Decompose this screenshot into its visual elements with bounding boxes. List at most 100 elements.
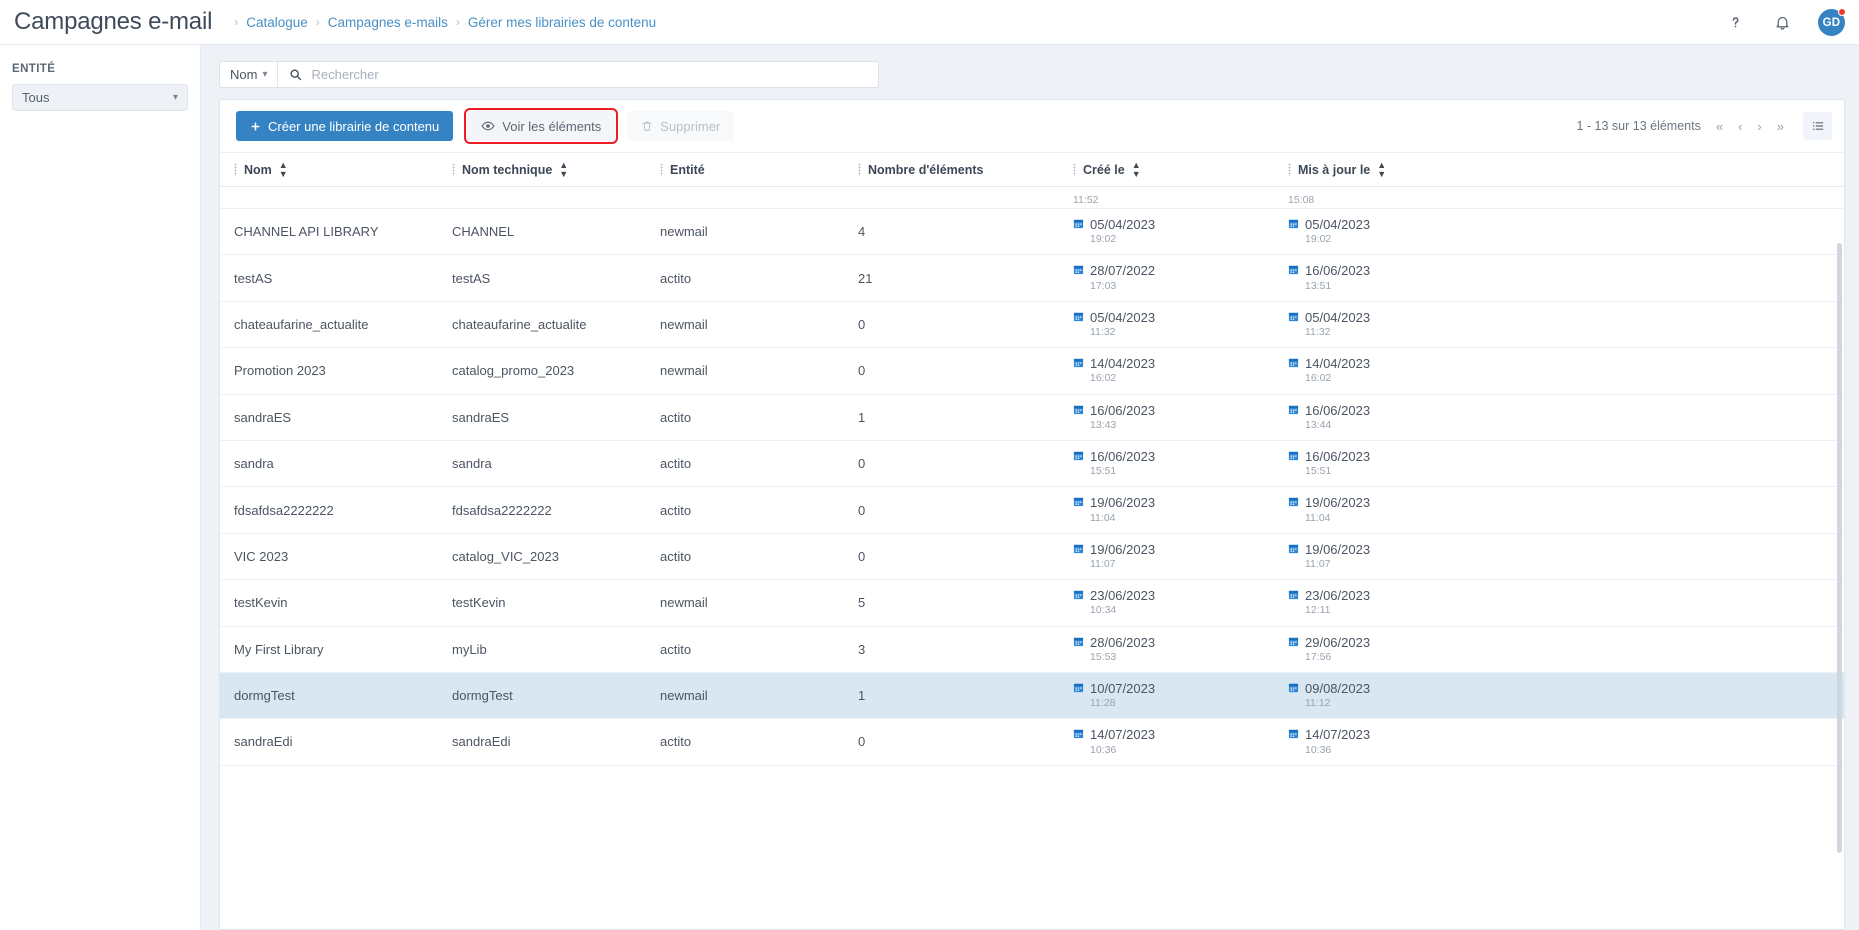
cell-entite: newmail	[660, 595, 708, 611]
table-row[interactable]: VIC 2023 catalog_VIC_2023 actito 0 19/06/202…	[220, 534, 1844, 581]
cell-mis-a-jour-le: 15:08	[1288, 194, 1315, 206]
cell-nombre: 0	[858, 734, 866, 750]
cell-nombre: 0	[858, 456, 866, 472]
sort-icon[interactable]: ▲ ▼	[1377, 160, 1386, 179]
calendar-icon	[1288, 495, 1299, 507]
cell-entite: actito	[660, 456, 692, 472]
column-header-nom[interactable]: Nom ▲ ▼	[226, 160, 444, 179]
column-header-entite[interactable]: Entité	[652, 163, 850, 177]
cell-entite: actito	[660, 734, 692, 750]
table-row[interactable]: sandra sandra actito 0 16/06/2023 15:51 16/06/…	[220, 441, 1844, 488]
pagination-last-button[interactable]: »	[1777, 119, 1784, 134]
pagination-prev-button[interactable]: ‹	[1738, 119, 1742, 134]
table-row[interactable]: Promotion 2023 catalog_promo_2023 newmail 0…	[220, 348, 1844, 395]
breadcrumb: › Catalogue › Campagnes e-mails › Gérer …	[234, 15, 656, 30]
cell-nom-technique: testKevin	[452, 595, 506, 611]
pagination-first-button[interactable]: «	[1716, 119, 1723, 134]
table-row[interactable]: dormgTest dormgTest newmail 1 10/07/2023 11:2…	[220, 672, 1844, 720]
question-mark-icon[interactable]	[1724, 12, 1746, 34]
cell-nom-technique: catalog_promo_2023	[452, 363, 575, 379]
cell-nom: sandraES	[234, 409, 292, 425]
cell-mis-a-jour-le: 19/06/2023 11:07	[1280, 542, 1844, 571]
create-button-label: Créer une librairie de contenu	[268, 118, 440, 134]
sort-icon[interactable]: ▲ ▼	[559, 160, 568, 179]
chevron-down-icon: ▾	[172, 92, 178, 103]
delete-button[interactable]: Supprimer	[627, 111, 735, 141]
table-row[interactable]: chateaufarine_actualite chateaufarine_act…	[220, 302, 1844, 349]
sort-icon[interactable]: ▲ ▼	[1132, 160, 1141, 179]
search-field-label: Nom	[230, 67, 258, 82]
column-grip-icon[interactable]	[660, 163, 663, 176]
column-grip-icon[interactable]	[234, 163, 237, 176]
cell-mis-a-jour-le: 14/07/2023 10:36	[1280, 727, 1844, 756]
notification-bell-icon[interactable]	[1771, 12, 1793, 34]
calendar-icon	[1288, 635, 1299, 647]
column-grip-icon[interactable]	[452, 163, 455, 176]
table-row-partial[interactable]: 11:52 15:08	[220, 187, 1844, 209]
column-header-nombre-elements[interactable]: Nombre d'éléments	[850, 163, 1065, 177]
cell-mis-a-jour-le: 16/06/2023 13:51	[1280, 263, 1844, 292]
table-row[interactable]: testAS testAS actito 21 28/07/2022 17:03 16/06…	[220, 255, 1844, 302]
calendar-icon	[1073, 263, 1084, 275]
cell-nombre: 0	[858, 363, 866, 379]
cell-cree-le: 10/07/2023 11:28	[1065, 681, 1280, 710]
table-header-row: Nom ▲ ▼ Nom technique ▲ ▼ Entité Nombre d'…	[220, 152, 1844, 187]
table-scrollbar-thumb[interactable]	[1837, 242, 1842, 854]
delete-button-label: Supprimer	[660, 118, 721, 134]
create-content-library-button[interactable]: Créer une librairie de contenu	[236, 111, 454, 141]
cell-nom: Promotion 2023	[234, 363, 326, 379]
table-scrollbar[interactable]	[1837, 201, 1842, 895]
breadcrumb-item-catalogue[interactable]: Catalogue	[246, 15, 308, 30]
table-row[interactable]: CHANNEL API LIBRARY CHANNEL newmail 4 05/04/…	[220, 209, 1844, 256]
cell-mis-a-jour-le: 05/04/2023 19:02	[1280, 217, 1844, 246]
cell-entite: actito	[660, 409, 692, 425]
column-header-mis-a-jour-le[interactable]: Mis à jour le ▲ ▼	[1280, 160, 1844, 179]
pagination-arrows: « ‹ › »	[1716, 119, 1784, 134]
cell-nombre: 5	[858, 595, 866, 611]
cell-nom-technique: CHANNEL	[452, 224, 515, 240]
cell-nom: dormgTest	[234, 688, 295, 704]
breadcrumb-item-current[interactable]: Gérer mes librairies de contenu	[468, 15, 656, 30]
table-row[interactable]: My First Library myLib actito 3 28/06/2023 15…	[220, 627, 1844, 673]
search-field-select[interactable]: Nom ▾	[220, 62, 279, 87]
cell-nom: fdsafdsa2222222	[234, 502, 334, 518]
cell-nom: My First Library	[234, 641, 324, 657]
libraries-panel: Créer une librairie de contenu Voir les …	[219, 99, 1845, 930]
calendar-icon	[1288, 263, 1299, 275]
cell-nom-technique: catalog_VIC_2023	[452, 548, 559, 564]
column-grip-icon[interactable]	[1073, 163, 1076, 176]
cell-entite: newmail	[660, 363, 708, 379]
cell-cree-le: 14/07/2023 10:36	[1065, 727, 1280, 756]
entity-filter-value: Tous	[22, 90, 50, 105]
avatar[interactable]: GD	[1818, 8, 1846, 36]
table-row[interactable]: testKevin testKevin newmail 5 23/06/2023 10:3…	[220, 580, 1844, 627]
calendar-icon	[1288, 727, 1299, 739]
list-view-toggle-button[interactable]	[1803, 112, 1832, 140]
cell-mis-a-jour-le: 19/06/2023 11:04	[1280, 495, 1844, 524]
table-row[interactable]: fdsafdsa2222222 fdsafdsa2222222 actito 0 19/…	[220, 487, 1844, 534]
search-input[interactable]	[311, 67, 867, 82]
cell-nom: chateaufarine_actualite	[234, 316, 369, 332]
cell-nom-technique: chateaufarine_actualite	[452, 316, 587, 332]
sort-icon[interactable]: ▲ ▼	[279, 160, 288, 179]
column-grip-icon[interactable]	[1288, 163, 1291, 176]
entity-filter-select[interactable]: Tous ▾	[12, 84, 188, 111]
column-header-label: Nom technique	[462, 162, 553, 177]
table-row[interactable]: sandraES sandraES actito 1 16/06/2023 13:43 16…	[220, 395, 1844, 441]
page-body: ENTITÉ Tous ▾ Nom ▾ Rechercher Créer une…	[0, 45, 1859, 930]
column-header-nom-technique[interactable]: Nom technique ▲ ▼	[444, 160, 652, 179]
cell-entite: newmail	[660, 224, 708, 240]
column-grip-icon[interactable]	[858, 163, 861, 176]
cell-cree-le: 19/06/2023 11:04	[1065, 495, 1280, 524]
cell-nom: sandraEdi	[234, 734, 293, 750]
breadcrumb-item-campagnes[interactable]: Campagnes e-mails	[328, 15, 448, 30]
pagination-next-button[interactable]: ›	[1757, 119, 1761, 134]
cell-cree-le: 28/07/2022 17:03	[1065, 263, 1280, 292]
column-header-cree-le[interactable]: Créé le ▲ ▼	[1065, 160, 1280, 179]
table-row[interactable]: sandraEdi sandraEdi actito 0 14/07/2023 10:36…	[220, 719, 1844, 766]
cell-cree-le: 05/04/2023 11:32	[1065, 310, 1280, 339]
pagination: 1 - 13 sur 13 éléments « ‹ › »	[1576, 112, 1832, 140]
calendar-icon	[1073, 310, 1084, 322]
view-elements-button[interactable]: Voir les éléments	[464, 108, 619, 144]
cell-mis-a-jour-le: 16/06/2023 13:44	[1280, 403, 1844, 432]
